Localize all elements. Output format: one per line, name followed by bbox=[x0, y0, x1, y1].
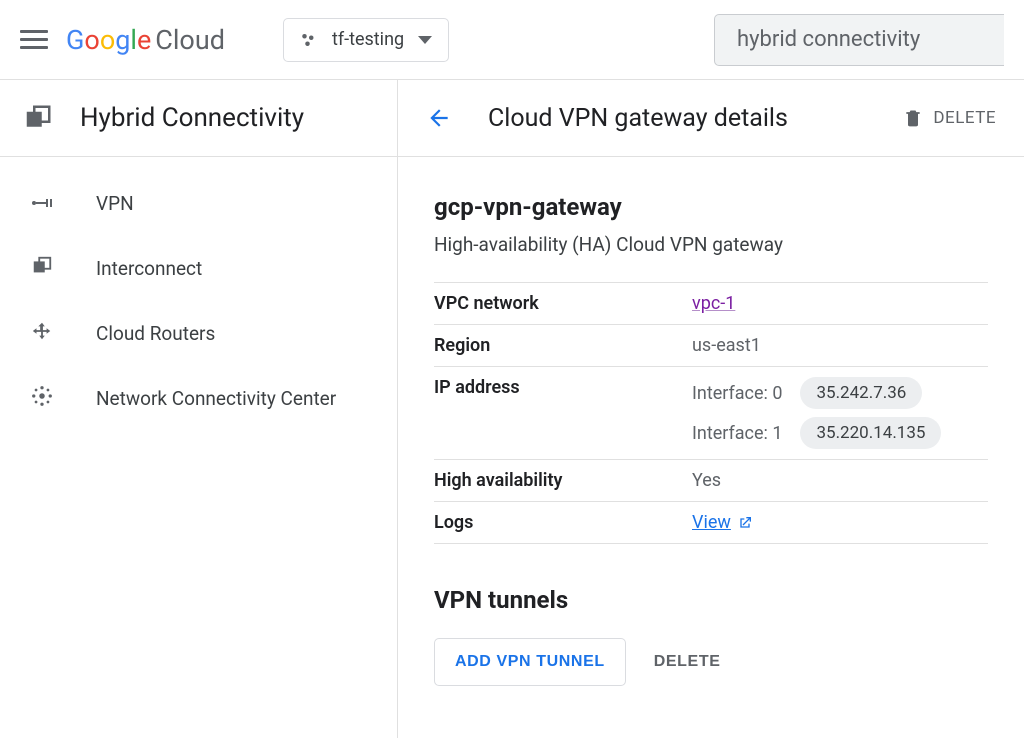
back-arrow-icon[interactable] bbox=[426, 105, 452, 131]
sidebar-item-label: Cloud Routers bbox=[96, 322, 215, 345]
search-value: hybrid connectivity bbox=[737, 27, 920, 52]
logo-cloud-text: Cloud bbox=[155, 24, 225, 56]
ha-value: Yes bbox=[692, 470, 988, 491]
region-label: Region bbox=[434, 335, 692, 356]
sidebar-item-cloud-routers[interactable]: Cloud Routers bbox=[0, 301, 397, 366]
ip-chip: 35.242.7.36 bbox=[800, 377, 922, 409]
sidebar-item-vpn[interactable]: VPN bbox=[0, 171, 397, 236]
row-ha: High availability Yes bbox=[434, 460, 988, 502]
external-link-icon bbox=[737, 515, 753, 531]
vpn-icon bbox=[30, 192, 54, 215]
gateway-name: gcp-vpn-gateway bbox=[434, 193, 988, 221]
ncc-icon bbox=[30, 385, 54, 412]
row-vpc: VPC network vpc-1 bbox=[434, 283, 988, 325]
sidebar-header: Hybrid Connectivity bbox=[0, 80, 397, 157]
main-header: Cloud VPN gateway details DELETE bbox=[398, 80, 1024, 157]
project-icon bbox=[300, 31, 318, 49]
delete-tunnel-button[interactable]: DELETE bbox=[654, 653, 721, 671]
vpc-link[interactable]: vpc-1 bbox=[692, 293, 735, 314]
ip-chip: 35.220.14.135 bbox=[800, 417, 941, 449]
gateway-description: High-availability (HA) Cloud VPN gateway bbox=[434, 233, 988, 256]
project-name: tf-testing bbox=[332, 29, 404, 50]
logs-view-link[interactable]: View bbox=[692, 512, 753, 533]
sidebar-item-label: Interconnect bbox=[96, 257, 202, 280]
sidebar-item-label: VPN bbox=[96, 192, 134, 215]
cloud-routers-icon bbox=[30, 320, 54, 347]
vpc-label: VPC network bbox=[434, 293, 692, 314]
google-cloud-logo[interactable]: Google Cloud bbox=[66, 24, 225, 56]
logs-label: Logs bbox=[434, 512, 692, 533]
ha-label: High availability bbox=[434, 470, 692, 491]
interface-row: Interface: 0 35.242.7.36 bbox=[692, 377, 988, 409]
sidebar-item-interconnect[interactable]: Interconnect bbox=[0, 236, 397, 301]
main: Cloud VPN gateway details DELETE gcp-vpn… bbox=[398, 80, 1024, 738]
content: gcp-vpn-gateway High-availability (HA) C… bbox=[398, 157, 1024, 686]
sidebar-title: Hybrid Connectivity bbox=[80, 103, 304, 133]
project-picker[interactable]: tf-testing bbox=[283, 18, 449, 62]
interconnect-icon bbox=[30, 255, 54, 282]
menu-icon[interactable] bbox=[20, 26, 48, 54]
add-vpn-tunnel-button[interactable]: ADD VPN TUNNEL bbox=[434, 638, 626, 686]
region-value: us-east1 bbox=[692, 335, 988, 356]
delete-label: DELETE bbox=[933, 108, 996, 128]
chevron-down-icon bbox=[418, 36, 432, 44]
row-region: Region us-east1 bbox=[434, 325, 988, 367]
sidebar-item-label: Network Connectivity Center bbox=[96, 387, 336, 410]
detail-table: VPC network vpc-1 Region us-east1 IP add… bbox=[434, 282, 988, 544]
interface-row: Interface: 1 35.220.14.135 bbox=[692, 417, 988, 449]
sidebar-item-ncc[interactable]: Network Connectivity Center bbox=[0, 366, 397, 431]
delete-gateway-button[interactable]: DELETE bbox=[903, 108, 996, 128]
hybrid-connectivity-icon bbox=[22, 102, 54, 134]
ip-label: IP address bbox=[434, 377, 692, 398]
tunnel-actions: ADD VPN TUNNEL DELETE bbox=[434, 638, 988, 686]
interface-label: Interface: 0 bbox=[692, 383, 782, 404]
page-title: Cloud VPN gateway details bbox=[488, 104, 788, 133]
row-ip: IP address Interface: 0 35.242.7.36 Inte… bbox=[434, 367, 988, 460]
search-input[interactable]: hybrid connectivity bbox=[714, 14, 1004, 66]
side-nav: VPN Interconnect Cloud Routers Network C… bbox=[0, 157, 397, 431]
top-bar: Google Cloud tf-testing hybrid connectiv… bbox=[0, 0, 1024, 80]
body: Hybrid Connectivity VPN Interconnect Clo… bbox=[0, 80, 1024, 738]
row-logs: Logs View bbox=[434, 502, 988, 544]
vpn-tunnels-heading: VPN tunnels bbox=[434, 586, 988, 614]
trash-icon bbox=[903, 108, 923, 128]
sidebar: Hybrid Connectivity VPN Interconnect Clo… bbox=[0, 80, 398, 738]
interface-label: Interface: 1 bbox=[692, 423, 782, 444]
logs-link-text: View bbox=[692, 512, 731, 533]
